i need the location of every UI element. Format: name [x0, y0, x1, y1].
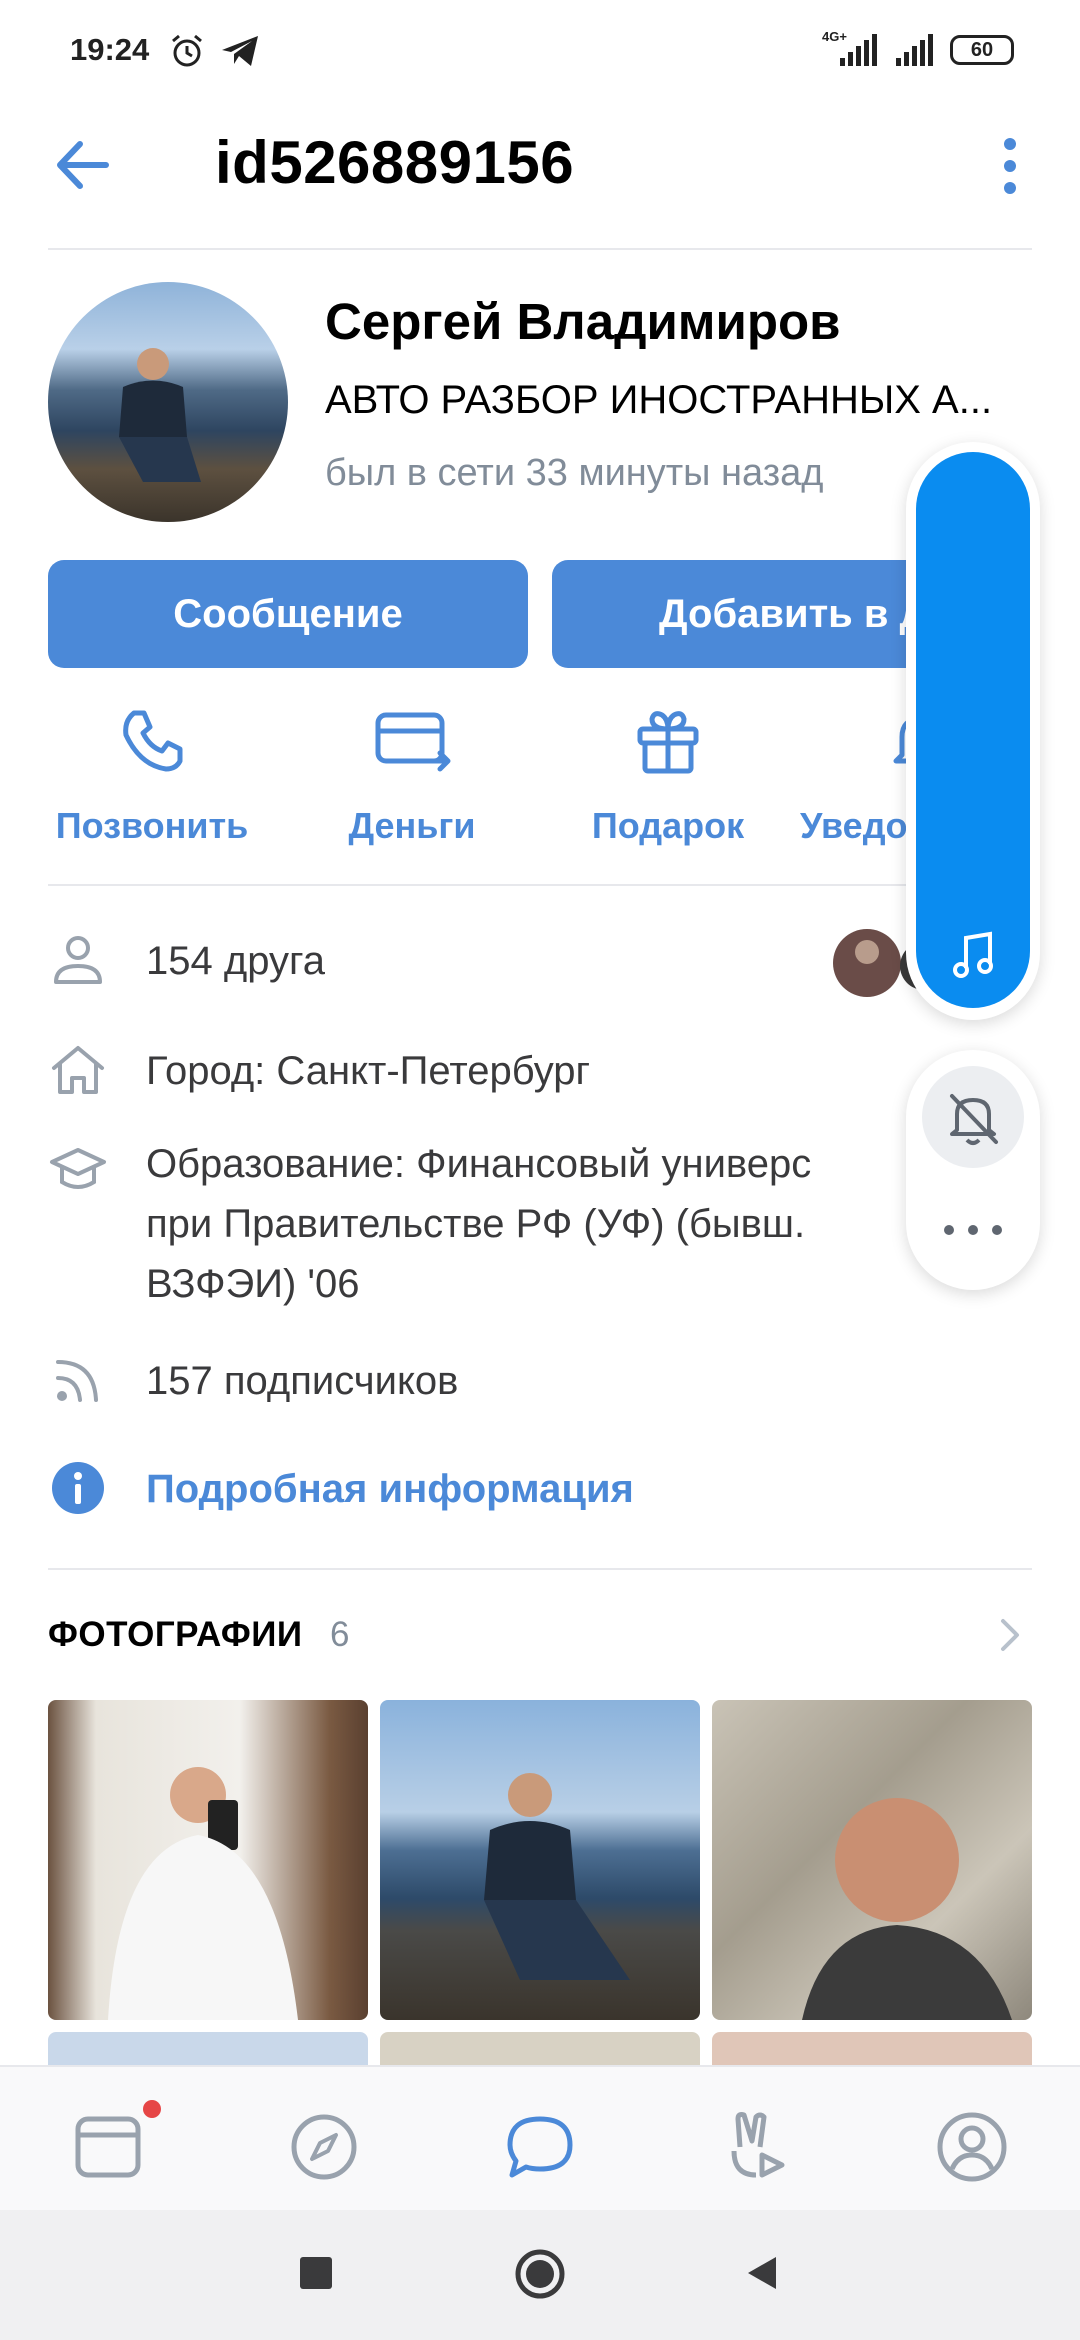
city-text: Город: Санкт-Петербург — [146, 1049, 591, 1093]
education-line-2: при Правительстве РФ (УФ) (бывш. — [146, 1202, 806, 1246]
music-widget[interactable] — [906, 442, 1040, 1020]
photos-count: 6 — [330, 1615, 350, 1654]
player-controls-widget — [906, 1050, 1040, 1290]
page-title: id526889156 — [215, 129, 575, 196]
feed-icon[interactable] — [68, 2107, 148, 2187]
photo-3-shape — [802, 1798, 1012, 2020]
photos-divider — [48, 1568, 1032, 1570]
system-nav-bar — [0, 2210, 1080, 2340]
photo-thumbnail-3[interactable] — [712, 1700, 1032, 2020]
messages-icon[interactable] — [500, 2107, 580, 2187]
details-row[interactable]: Подробная информация — [48, 1458, 978, 1518]
gift-label: Подарок — [591, 805, 745, 846]
details-link[interactable]: Подробная информация — [146, 1464, 634, 1514]
bottom-tab-bar — [0, 2065, 1080, 2210]
message-button[interactable]: Сообщение — [48, 560, 528, 668]
signal-icon — [840, 34, 877, 66]
user-icon — [54, 936, 102, 984]
rss-icon — [56, 1360, 98, 1402]
money-action[interactable]: Деньги — [292, 705, 532, 855]
mute-button[interactable] — [922, 1066, 1024, 1168]
gift-action[interactable]: Подарок — [548, 705, 788, 855]
photo-2-shape — [484, 1773, 630, 1980]
friends-count: 154 друга — [146, 939, 325, 983]
avatar[interactable] — [48, 282, 288, 522]
clips-icon[interactable] — [716, 2107, 796, 2187]
profile-icon[interactable] — [932, 2107, 1012, 2187]
recents-square-icon[interactable] — [298, 2255, 334, 2291]
back-arrow-icon[interactable] — [50, 130, 120, 200]
city-row: Город: Санкт-Петербург — [48, 1040, 978, 1100]
education-cap-icon — [50, 1148, 106, 1189]
music-pill[interactable] — [916, 452, 1030, 1008]
header-divider — [48, 248, 1032, 250]
phone-icon — [123, 710, 183, 772]
photo-1-shape — [108, 1767, 298, 2020]
bell-off-icon — [950, 1094, 998, 1145]
followers-row[interactable]: 157 подписчиков — [48, 1350, 978, 1410]
status-bar: 19:24 4G+ 60 — [0, 0, 1080, 100]
notification-dot — [143, 2100, 161, 2118]
actions-divider — [48, 884, 1032, 886]
money-label: Деньги — [348, 805, 476, 846]
home-icon — [52, 1046, 104, 1094]
call-action[interactable]: Позвонить — [32, 705, 272, 855]
music-note-icon — [953, 931, 993, 978]
home-circle-icon[interactable] — [514, 2248, 566, 2300]
education-line-1: Образование: Финансовый универс — [146, 1142, 812, 1186]
photo-thumbnail-1[interactable] — [48, 1700, 368, 2020]
online-status: был в сети 33 минуты назад — [325, 452, 824, 494]
status-time: 19:24 — [70, 32, 150, 67]
signal-icon-2 — [896, 34, 933, 66]
battery-indicator: 60 — [950, 35, 1014, 65]
alarm-icon — [172, 34, 202, 67]
telegram-icon — [222, 36, 258, 66]
gift-icon — [637, 711, 699, 774]
back-triangle-icon[interactable] — [744, 2255, 780, 2291]
profile-name: Сергей Владимиров — [325, 293, 841, 350]
avatar-person-shape — [119, 348, 201, 482]
header: id526889156 — [0, 110, 1080, 250]
education-row: Образование: Финансовый универс при Прав… — [48, 1140, 978, 1320]
money-card-icon — [375, 712, 451, 772]
more-horizontal-icon[interactable] — [936, 1200, 1010, 1260]
education-line-3: ВЗФЭИ) '06 — [146, 1262, 360, 1306]
profile-status[interactable]: АВТО РАЗБОР ИНОСТРАННЫХ А... — [325, 378, 1035, 423]
photos-title[interactable]: ФОТОГРАФИИ — [48, 1615, 303, 1655]
info-icon — [52, 1462, 104, 1514]
call-label: Позвонить — [55, 805, 249, 846]
more-vertical-icon[interactable] — [990, 136, 1030, 196]
chevron-right-icon[interactable] — [995, 1615, 1025, 1655]
photo-thumbnail-2[interactable] — [380, 1700, 700, 2020]
education-text: Образование: Финансовый универс при Прав… — [146, 1134, 811, 1314]
followers-count: 157 подписчиков — [146, 1359, 459, 1403]
compass-icon[interactable] — [284, 2107, 364, 2187]
